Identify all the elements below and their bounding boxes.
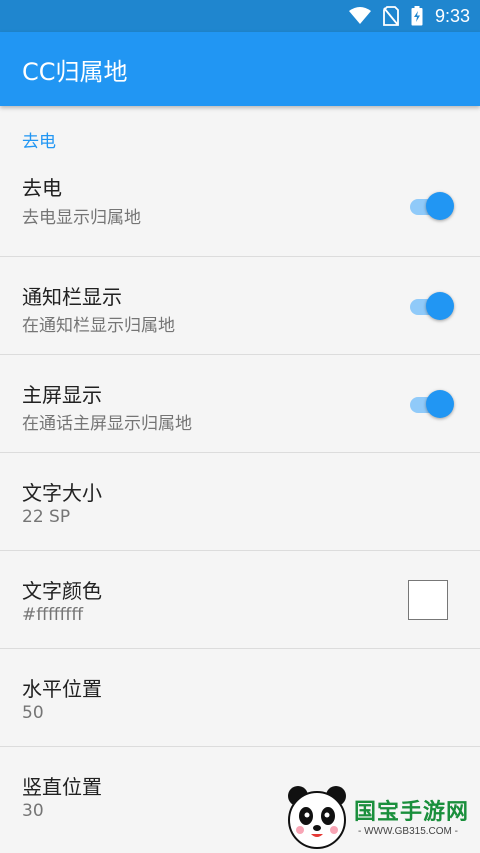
switch-thumb xyxy=(426,192,454,220)
notification-display-switch[interactable] xyxy=(410,292,454,320)
battery-charging-icon xyxy=(411,6,423,26)
category-header: 去电 xyxy=(22,132,56,152)
site-watermark: 国宝手游网 - WWW.GB315.COM - xyxy=(282,782,478,852)
pref-summary: 30 xyxy=(22,801,44,821)
watermark-url: - WWW.GB315.COM - xyxy=(358,826,458,837)
pref-horizontal-position[interactable]: 水平位置 50 xyxy=(0,649,480,747)
pref-title: 竖直位置 xyxy=(22,775,102,799)
outgoing-call-switch[interactable] xyxy=(410,192,454,220)
pref-summary: 在通知栏显示归属地 xyxy=(22,316,175,336)
status-bar: 9:33 xyxy=(0,0,480,32)
pref-summary: #ffffffff xyxy=(22,605,84,625)
pref-text-color[interactable]: 文字颜色 #ffffffff xyxy=(0,551,480,649)
main-screen-display-switch[interactable] xyxy=(410,390,454,418)
no-sim-icon xyxy=(383,6,399,26)
pref-summary: 在通话主屏显示归属地 xyxy=(22,414,192,434)
pref-text-size[interactable]: 文字大小 22 SP xyxy=(0,453,480,551)
pref-title: 主屏显示 xyxy=(22,383,102,407)
pref-title: 去电 xyxy=(22,176,62,200)
pref-title: 通知栏显示 xyxy=(22,285,122,309)
app-bar: CC归属地 xyxy=(0,32,480,106)
pref-title: 文字颜色 xyxy=(22,579,102,603)
watermark-brand: 国宝手游网 xyxy=(354,800,470,825)
text-color-swatch[interactable] xyxy=(408,580,448,620)
app-title: CC归属地 xyxy=(22,57,128,86)
switch-thumb xyxy=(426,292,454,320)
panda-logo-icon xyxy=(288,786,346,849)
status-time: 9:33 xyxy=(434,5,470,26)
pref-summary: 22 SP xyxy=(22,507,71,527)
pref-main-screen-display[interactable]: 主屏显示 在通话主屏显示归属地 xyxy=(0,355,480,453)
pref-summary: 去电显示归属地 xyxy=(22,208,141,228)
pref-title: 水平位置 xyxy=(22,677,102,701)
pref-summary: 50 xyxy=(22,703,44,723)
wifi-icon xyxy=(348,7,371,25)
pref-title: 文字大小 xyxy=(22,481,102,505)
pref-outgoing-call[interactable]: 去电 去电显示归属地 xyxy=(0,158,480,257)
pref-notification-display[interactable]: 通知栏显示 在通知栏显示归属地 xyxy=(0,257,480,355)
switch-thumb xyxy=(426,390,454,418)
